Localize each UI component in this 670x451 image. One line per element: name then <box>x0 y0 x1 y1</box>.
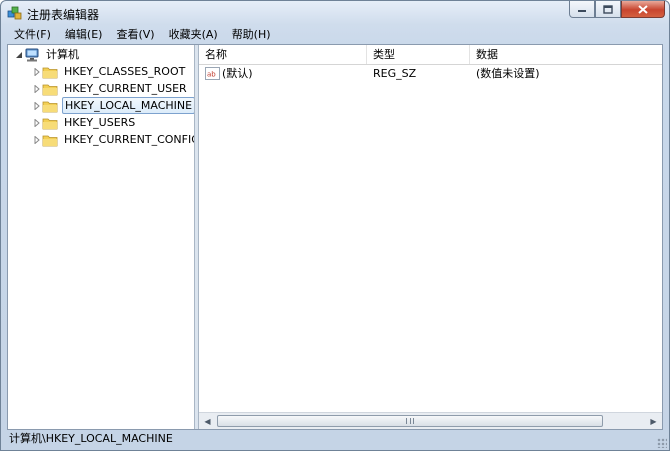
expand-arrow-icon[interactable] <box>32 80 42 97</box>
folder-icon <box>42 84 58 95</box>
tree-label: HKEY_CLASSES_ROOT <box>64 65 186 78</box>
scroll-right-icon[interactable]: ▶ <box>645 413 662 429</box>
folder-icon <box>42 118 58 129</box>
expand-arrow-icon[interactable] <box>32 114 42 131</box>
close-button[interactable] <box>621 1 665 18</box>
menu-favorites[interactable]: 收藏夹(A) <box>162 26 225 44</box>
close-icon <box>638 4 648 14</box>
regedit-icon <box>7 6 22 20</box>
grip-icon <box>406 418 414 424</box>
tree-node-hkey-current-config[interactable]: HKEY_CURRENT_CONFIG <box>32 131 194 148</box>
resize-grip-icon[interactable] <box>657 438 667 448</box>
string-value-icon: ab <box>205 67 220 80</box>
tree-label: HKEY_CURRENT_USER <box>64 82 187 95</box>
table-row[interactable]: ab (默认) REG_SZ (数值未设置) <box>199 65 662 83</box>
minimize-button[interactable] <box>569 1 595 18</box>
horizontal-scrollbar[interactable]: ◀ ▶ <box>199 412 662 429</box>
column-header-name[interactable]: 名称 <box>199 45 367 64</box>
svg-text:ab: ab <box>207 71 216 79</box>
regedit-window: 注册表编辑器 文件(F) 编辑(E) 查看(V) 收藏夹(A) 帮助(H) 计算… <box>0 0 670 451</box>
tree-label: HKEY_CURRENT_CONFIG <box>64 133 194 146</box>
list-header: 名称 类型 数据 <box>199 45 662 65</box>
tree-label: HKEY_LOCAL_MACHINE <box>62 97 194 114</box>
expand-arrow-icon[interactable] <box>32 63 42 80</box>
folder-icon <box>42 135 58 146</box>
collapse-arrow-icon[interactable] <box>14 46 24 63</box>
tree-label: HKEY_USERS <box>64 116 136 129</box>
status-path: 计算机\HKEY_LOCAL_MACHINE <box>9 432 173 445</box>
client-area: 计算机 HKEY_CLASSES_ROOT HKEY_CURRENT_USER … <box>7 44 663 430</box>
tree-label-computer: 计算机 <box>46 48 79 61</box>
key-tree[interactable]: 计算机 HKEY_CLASSES_ROOT HKEY_CURRENT_USER … <box>8 45 194 429</box>
value-data-cell: (数值未设置) <box>476 67 540 80</box>
value-type-cell: REG_SZ <box>373 67 417 80</box>
window-controls <box>569 1 665 19</box>
value-name: (默认) <box>222 67 253 80</box>
title-bar[interactable]: 注册表编辑器 <box>1 1 669 25</box>
menu-help[interactable]: 帮助(H) <box>225 26 278 44</box>
folder-icon <box>42 67 58 78</box>
scroll-left-icon[interactable]: ◀ <box>199 413 216 429</box>
column-header-type[interactable]: 类型 <box>367 45 470 64</box>
folder-icon <box>42 101 58 112</box>
value-list[interactable]: 名称 类型 数据 ab (默认) REG_SZ (数值未设置) ◀ ▶ <box>199 45 662 429</box>
scroll-thumb[interactable] <box>217 415 603 427</box>
window-title: 注册表编辑器 <box>27 8 100 22</box>
tree-node-hkey-local-machine[interactable]: HKEY_LOCAL_MACHINE <box>32 97 194 114</box>
tree-node-computer[interactable]: 计算机 <box>14 46 81 63</box>
tree-node-hkey-current-user[interactable]: HKEY_CURRENT_USER <box>32 80 189 97</box>
menu-bar: 文件(F) 编辑(E) 查看(V) 收藏夹(A) 帮助(H) <box>7 26 663 44</box>
computer-icon <box>25 48 39 61</box>
menu-view[interactable]: 查看(V) <box>109 26 161 44</box>
tree-node-hkey-classes-root[interactable]: HKEY_CLASSES_ROOT <box>32 63 187 80</box>
expand-arrow-icon[interactable] <box>32 97 42 114</box>
value-name-cell: ab (默认) <box>199 65 367 83</box>
status-bar: 计算机\HKEY_LOCAL_MACHINE <box>7 430 663 448</box>
column-header-data[interactable]: 数据 <box>470 45 662 64</box>
maximize-button[interactable] <box>595 1 621 18</box>
menu-edit[interactable]: 编辑(E) <box>58 26 110 44</box>
tree-node-hkey-users[interactable]: HKEY_USERS <box>32 114 137 131</box>
minimize-icon <box>578 10 586 12</box>
maximize-icon <box>603 4 613 14</box>
menu-file[interactable]: 文件(F) <box>7 26 58 44</box>
expand-arrow-icon[interactable] <box>32 131 42 148</box>
